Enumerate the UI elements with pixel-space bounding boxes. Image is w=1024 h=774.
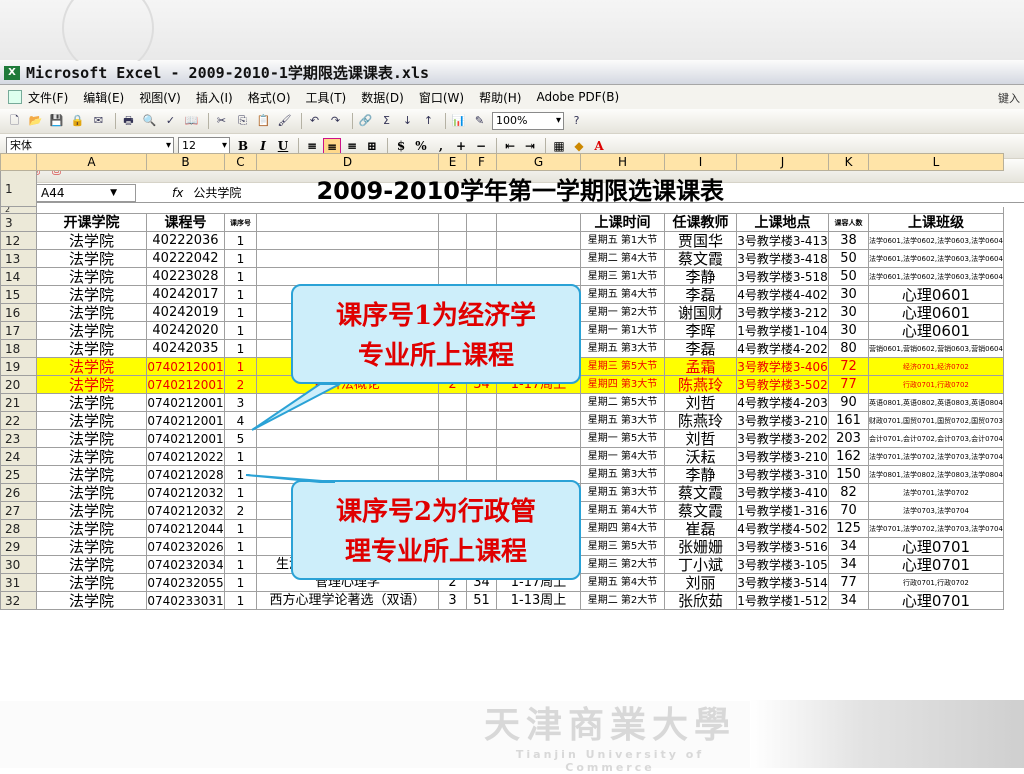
campus-photo-decoration [750,700,1024,768]
logo-chinese: 天津商業大學 [483,704,736,746]
callout-pointer-2 [245,474,336,483]
callout-pointers [245,383,341,483]
logo-english: Tianjin University of Commerce [515,748,705,774]
callout-pointer-1 [251,383,341,431]
university-logo: 天津商業大學 Tianjin University of Commerce [470,696,750,774]
